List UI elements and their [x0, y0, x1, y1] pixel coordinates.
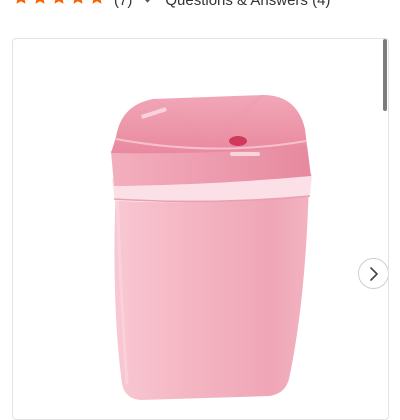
scrollbar[interactable]: [383, 39, 387, 111]
star-icon: [73, 0, 83, 4]
star-icon: [35, 0, 45, 4]
rating-row[interactable]: (7) Questions & Answers (4): [12, 0, 330, 9]
questions-answers-link[interactable]: Questions & Answers (4): [165, 0, 330, 9]
star-rating: [12, 0, 107, 11]
review-count[interactable]: (7): [114, 0, 132, 9]
next-image-button[interactable]: [358, 258, 388, 289]
product-image[interactable]: [13, 39, 388, 419]
star-icon: [54, 0, 64, 4]
star-icon: [92, 0, 102, 4]
star-icon: [16, 0, 26, 4]
product-image-card[interactable]: [12, 38, 389, 420]
chevron-right-icon: [369, 266, 378, 281]
chevron-down-icon[interactable]: [142, 0, 153, 2]
